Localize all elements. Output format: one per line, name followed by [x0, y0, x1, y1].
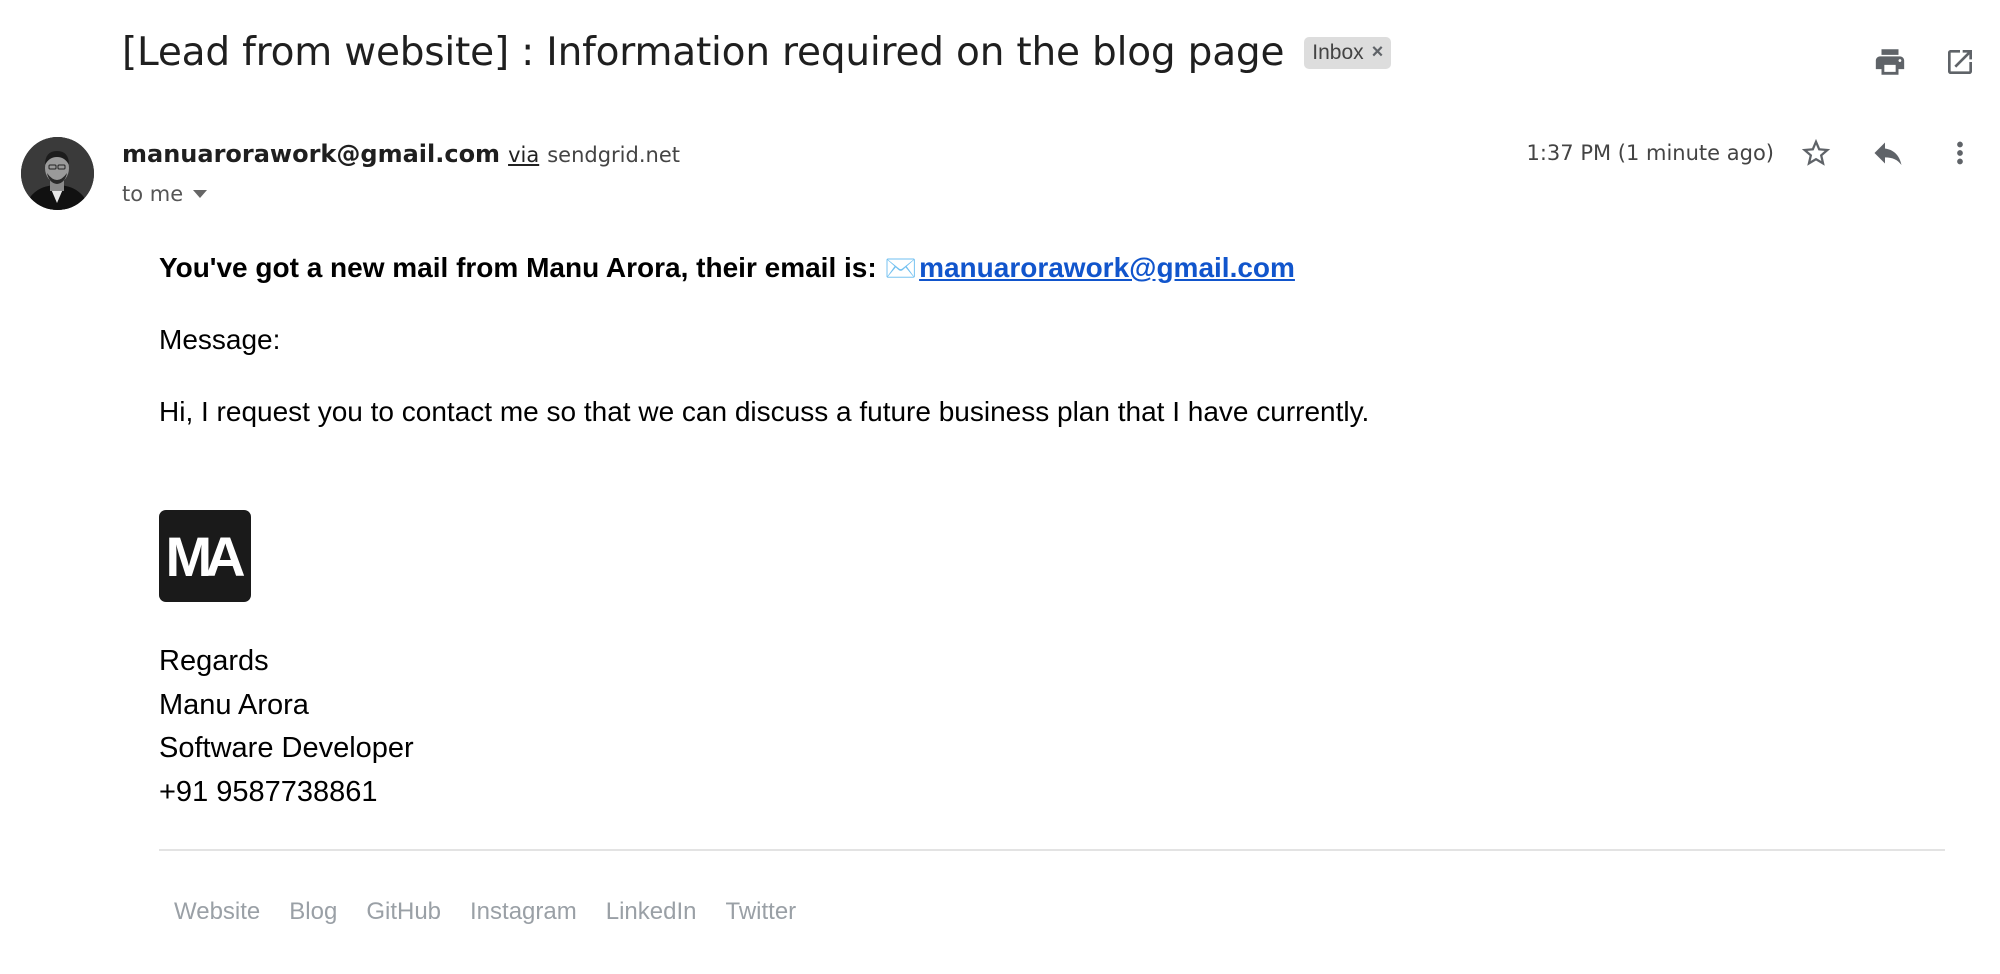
- chevron-down-icon: [193, 190, 208, 198]
- footer-links: Website Blog GitHub Instagram LinkedIn T…: [174, 898, 796, 926]
- sender-email[interactable]: manuarorawork@gmail.com: [122, 140, 500, 168]
- intro-text: You've got a new mail from Manu Arora, t…: [159, 252, 877, 283]
- email-body: You've got a new mail from Manu Arora, t…: [159, 252, 1369, 428]
- email-view: [Lead from website] : Information requir…: [0, 0, 2000, 974]
- footer-link-github[interactable]: GitHub: [366, 898, 441, 926]
- sender-avatar[interactable]: [21, 137, 94, 210]
- signature-title: Software Developer: [159, 732, 414, 764]
- signature-logo: MA: [159, 510, 251, 602]
- message-label: Message:: [159, 324, 281, 355]
- print-all-button[interactable]: [1870, 42, 1910, 82]
- signature-phone: +91 9587738861: [159, 775, 378, 808]
- message-timestamp: 1:37 PM (1 minute ago): [1526, 141, 1775, 165]
- footer-divider: [159, 849, 1945, 851]
- message-actions: 1:37 PM (1 minute ago): [1527, 133, 1981, 173]
- signature-name: Manu Arora: [159, 688, 309, 721]
- footer-link-linkedin[interactable]: LinkedIn: [606, 898, 697, 926]
- signature: Regards Manu Arora Software Developer +9…: [159, 640, 414, 814]
- footer-link-instagram[interactable]: Instagram: [470, 898, 577, 926]
- open-in-new-window-icon: [1948, 50, 1972, 74]
- sender-info: manuarorawork@gmail.com via sendgrid.net…: [122, 140, 680, 206]
- signature-regards: Regards: [159, 645, 269, 677]
- footer-link-website[interactable]: Website: [174, 898, 260, 926]
- recipient-text: to me: [122, 182, 184, 206]
- remove-label-icon[interactable]: ×: [1372, 41, 1384, 64]
- via-domain: sendgrid.net: [547, 143, 680, 167]
- label-chip-inbox[interactable]: Inbox ×: [1304, 36, 1392, 69]
- reply-button[interactable]: [1868, 133, 1908, 173]
- intro-line: You've got a new mail from Manu Arora, t…: [159, 252, 1369, 284]
- sender-line: manuarorawork@gmail.com via sendgrid.net: [122, 140, 680, 168]
- print-icon: [1875, 49, 1905, 75]
- more-vertical-icon: [1957, 141, 1963, 165]
- subject-row: [Lead from website] : Information requir…: [122, 30, 1392, 75]
- recipient-details-toggle[interactable]: to me: [122, 182, 680, 206]
- avatar-photo: [21, 137, 94, 210]
- open-in-new-window-button[interactable]: [1940, 42, 1980, 82]
- label-chip-text: Inbox: [1312, 40, 1364, 64]
- footer-link-twitter[interactable]: Twitter: [725, 898, 796, 926]
- message-text: Hi, I request you to contact me so that …: [159, 396, 1370, 427]
- star-button[interactable]: [1796, 133, 1836, 173]
- via-link[interactable]: via: [508, 143, 539, 167]
- star-icon: [1801, 138, 1831, 166]
- more-options-button[interactable]: [1940, 133, 1980, 173]
- email-subject: [Lead from website] : Information requir…: [122, 30, 1285, 75]
- top-actions: [1870, 42, 1980, 82]
- intro-email-link[interactable]: manuarorawork@gmail.com: [919, 252, 1295, 284]
- footer-link-blog[interactable]: Blog: [289, 898, 337, 926]
- reply-icon: [1874, 142, 1902, 165]
- envelope-icon: ✉️: [884, 252, 918, 283]
